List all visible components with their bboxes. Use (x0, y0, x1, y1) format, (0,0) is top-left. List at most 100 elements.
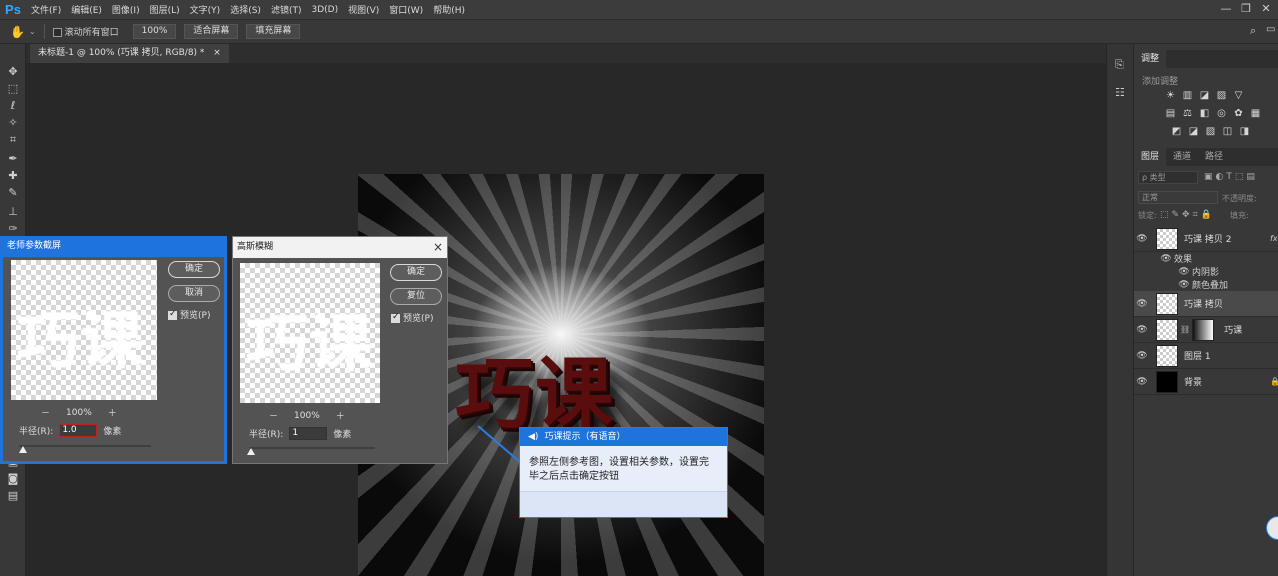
crop-tool-icon[interactable]: ⌗ (4, 132, 22, 148)
zoom-out-icon[interactable]: － (41, 406, 50, 419)
effect-color-overlay[interactable]: 👁 颜色叠加 (1134, 278, 1278, 292)
tab-adjustments[interactable]: 调整 (1134, 50, 1167, 68)
radius-slider[interactable] (249, 447, 375, 449)
move-tool-icon[interactable]: ✥ (4, 64, 22, 80)
menu-image[interactable]: 图像(I) (107, 3, 145, 16)
close-icon[interactable]: × (433, 240, 443, 254)
tab-channels[interactable]: 通道 (1166, 148, 1198, 166)
fx-icon[interactable]: fx (1270, 234, 1278, 243)
minimize-button[interactable]: — (1216, 0, 1236, 19)
restore-button[interactable]: ❐ (1236, 0, 1256, 19)
selective-color-icon[interactable]: ◨ (1238, 126, 1251, 138)
assistant-avatar[interactable] (1266, 516, 1278, 540)
lasso-tool-icon[interactable]: ℓ (4, 98, 22, 114)
visibility-eye-icon[interactable]: 👁 (1134, 299, 1150, 309)
blend-mode-select[interactable]: 正常 (1138, 191, 1218, 204)
effect-inner-shadow[interactable]: 👁 内阴影 (1134, 265, 1278, 279)
close-button[interactable]: ✕ (1256, 0, 1276, 19)
menu-edit[interactable]: 编辑(E) (66, 3, 107, 16)
visibility-eye-icon[interactable]: 👁 (1134, 351, 1150, 361)
radius-slider[interactable] (19, 445, 151, 447)
scroll-all-windows-checkbox[interactable]: 滚动所有窗口 (52, 25, 119, 38)
search-icon[interactable]: ⌕ (1250, 24, 1256, 38)
color-lookup-icon[interactable]: ▦ (1249, 108, 1262, 120)
speaker-icon[interactable]: ◀) (528, 428, 538, 446)
effects-row[interactable]: 👁 效果 (1134, 252, 1278, 266)
properties-panel-icon[interactable]: ☷ (1115, 86, 1125, 99)
levels-icon[interactable]: ▥ (1181, 90, 1194, 102)
stamp-tool-icon[interactable]: ⊥ (4, 204, 22, 220)
layer-row-background[interactable]: 👁 背景 🔒 (1134, 369, 1278, 395)
layer-mask-thumbnail[interactable] (1192, 318, 1215, 341)
visibility-eye-icon[interactable]: 👁 (1134, 325, 1150, 335)
quick-mask-icon[interactable]: ◙ (4, 471, 22, 487)
magic-wand-tool-icon[interactable]: ✧ (4, 115, 22, 131)
chevron-down-icon[interactable]: ⌄ (29, 27, 36, 36)
menu-select[interactable]: 选择(S) (225, 3, 266, 16)
preview-checkbox[interactable]: 预览(P) (168, 308, 210, 321)
hand-tool-icon[interactable]: ✋ (10, 25, 25, 39)
invert-icon[interactable]: ◩ (1170, 126, 1183, 138)
layer-row-qiaoke[interactable]: 👁 ⛓ 巧课 (1134, 317, 1278, 343)
menu-type[interactable]: 文字(Y) (185, 3, 226, 16)
layer-row-copy[interactable]: 👁 巧课 拷贝 (1134, 291, 1278, 317)
brush-tool-icon[interactable]: ✎ (4, 185, 22, 201)
document-tab-close-icon[interactable]: × (213, 48, 221, 58)
tab-layers[interactable]: 图层 (1134, 148, 1167, 166)
channel-mixer-icon[interactable]: ✿ (1232, 108, 1245, 120)
brightness-icon[interactable]: ☀ (1164, 90, 1177, 102)
visibility-eye-icon[interactable]: 👁 (1134, 234, 1150, 244)
cancel-button[interactable]: 取消 (168, 285, 220, 302)
history-panel-icon[interactable]: ⎘ (1115, 58, 1124, 72)
vibrance-icon[interactable]: ▽ (1232, 90, 1245, 102)
posterize-icon[interactable]: ◪ (1187, 126, 1200, 138)
ok-button[interactable]: 确定 (168, 261, 220, 278)
checkbox-box[interactable] (391, 312, 400, 323)
visibility-eye-icon[interactable]: 👁 (1176, 267, 1192, 277)
threshold-icon[interactable]: ▨ (1204, 126, 1217, 138)
slider-knob[interactable] (19, 446, 27, 453)
exposure-icon[interactable]: ▨ (1215, 90, 1228, 102)
checkbox-box[interactable] (168, 309, 177, 320)
photo-filter-icon[interactable]: ◎ (1215, 108, 1228, 120)
gradient-map-icon[interactable]: ◫ (1221, 126, 1234, 138)
menu-3d[interactable]: 3D(D) (306, 5, 343, 15)
lock-icons[interactable]: ⬚✎✥⌗🔒 (1160, 210, 1215, 220)
zoom-100-button[interactable]: 100% (132, 24, 177, 39)
screen-mode-icon[interactable]: ▤ (4, 488, 22, 504)
ok-button[interactable]: 确定 (390, 264, 442, 281)
black-white-icon[interactable]: ◧ (1198, 108, 1211, 120)
menu-help[interactable]: 帮助(H) (428, 3, 470, 16)
preview-checkbox[interactable]: 预览(P) (391, 311, 433, 324)
document-tab[interactable]: 未标题-1 @ 100% (巧课 拷贝, RGB/8) * × (30, 44, 229, 63)
curves-icon[interactable]: ◪ (1198, 90, 1211, 102)
layer-kind-filter[interactable]: ρ 类型 (1138, 171, 1198, 184)
menu-filter[interactable]: 滤镜(T) (266, 3, 307, 16)
fit-screen-button[interactable]: 适合屏幕 (184, 24, 239, 39)
hue-saturation-icon[interactable]: ▤ (1164, 108, 1177, 120)
menu-window[interactable]: 窗口(W) (384, 3, 428, 16)
marquee-tool-icon[interactable]: ⬚ (4, 81, 22, 97)
reset-button[interactable]: 复位 (390, 288, 442, 305)
zoom-out-icon[interactable]: － (269, 409, 278, 422)
layer-filter-icons[interactable]: ▣◐T⬚▤ (1204, 172, 1258, 182)
slider-knob[interactable] (247, 448, 255, 455)
healing-brush-tool-icon[interactable]: ✚ (4, 168, 22, 184)
color-balance-icon[interactable]: ⚖ (1181, 108, 1194, 120)
menu-layer[interactable]: 图层(L) (145, 3, 185, 16)
checkbox-box[interactable] (52, 28, 62, 37)
visibility-eye-icon[interactable]: 👁 (1158, 254, 1174, 264)
layer-row-layer1[interactable]: 👁 图层 1 (1134, 343, 1278, 369)
history-brush-tool-icon[interactable]: ✑ (4, 221, 22, 237)
tab-paths[interactable]: 路径 (1198, 148, 1230, 166)
workspace-icon[interactable]: ▭ (1266, 24, 1275, 35)
layer-row-copy2[interactable]: 👁 巧课 拷贝 2 fx (1134, 226, 1278, 252)
zoom-in-icon[interactable]: ＋ (336, 409, 345, 422)
visibility-eye-icon[interactable]: 👁 (1176, 280, 1192, 290)
zoom-in-icon[interactable]: ＋ (108, 406, 117, 419)
eyedropper-tool-icon[interactable]: ✒ (4, 151, 22, 167)
radius-input[interactable]: 1.0 (59, 424, 98, 437)
fill-screen-button[interactable]: 填充屏幕 (246, 24, 301, 39)
menu-view[interactable]: 视图(V) (343, 3, 384, 16)
radius-input[interactable]: 1 (289, 427, 328, 440)
